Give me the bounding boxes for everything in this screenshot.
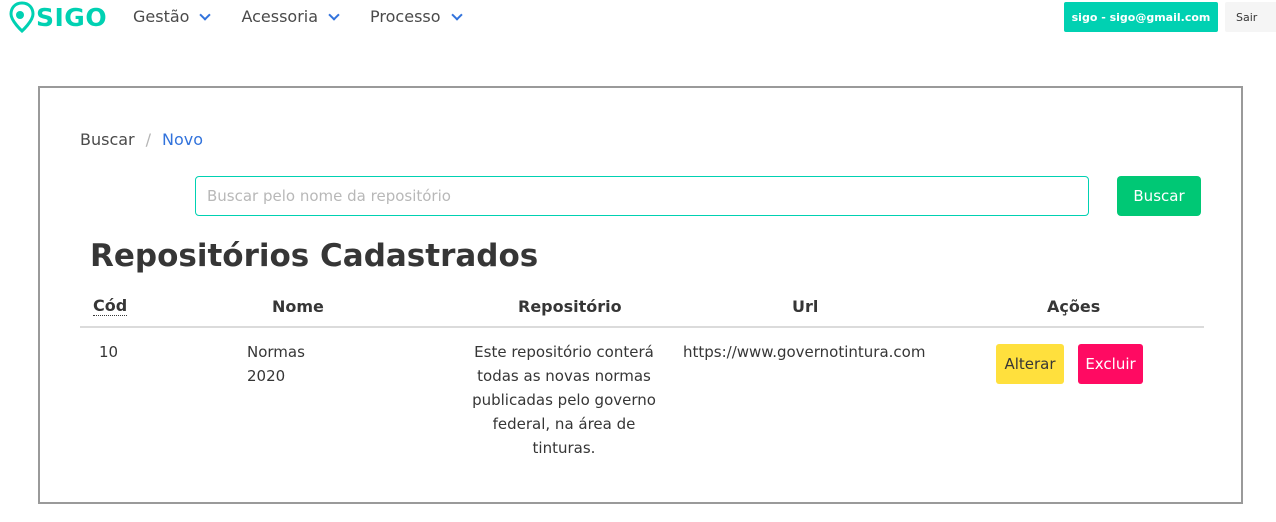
cell-url: https://www.governotintura.com	[683, 343, 926, 361]
user-account-button[interactable]: sigo - sigo@gmail.com	[1064, 2, 1218, 32]
table-row: 10 Normas 2020 Este repositório conterá …	[80, 328, 1204, 468]
menu-label: Processo	[370, 7, 441, 26]
breadcrumb-buscar[interactable]: Buscar	[80, 130, 135, 149]
delete-button[interactable]: Excluir	[1078, 344, 1143, 384]
map-pin-icon	[9, 1, 35, 33]
breadcrumb: Buscar / Novo	[80, 130, 203, 149]
cell-repositorio: Este repositório conterá todas as novas …	[472, 343, 656, 457]
search-button[interactable]: Buscar	[1117, 176, 1201, 216]
breadcrumb-separator: /	[145, 130, 152, 149]
chevron-down-icon	[199, 8, 212, 21]
breadcrumb-novo[interactable]: Novo	[162, 130, 203, 149]
brand-name: SIGO	[36, 2, 108, 32]
content-card: Buscar / Novo Buscar Repositórios Cadast…	[38, 86, 1243, 504]
repositories-table: Cód Nome Repositório Url Ações 10 Normas…	[80, 288, 1204, 468]
brand-logo[interactable]: SIGO	[8, 0, 107, 34]
column-header-cod: Cód	[93, 296, 128, 316]
column-header-url: Url	[792, 297, 819, 316]
table-header: Cód Nome Repositório Url Ações	[80, 288, 1204, 328]
chevron-down-icon	[450, 8, 463, 21]
top-navbar: SIGO Gestão Acessoria Processo sigo - si…	[0, 0, 1276, 36]
page-title: Repositórios Cadastrados	[90, 238, 539, 274]
menu-label: Gestão	[133, 7, 190, 26]
logout-button[interactable]: Sair	[1225, 2, 1276, 32]
menu-processo[interactable]: Processo	[370, 7, 463, 26]
search-input[interactable]	[195, 176, 1089, 216]
menu-gestao[interactable]: Gestão	[133, 7, 212, 26]
menu-label: Acessoria	[241, 7, 319, 26]
column-header-nome: Nome	[272, 297, 324, 316]
main-menu: Gestão Acessoria Processo	[133, 7, 493, 26]
chevron-down-icon	[328, 8, 340, 21]
cell-cod: 10	[99, 343, 119, 361]
cell-nome: Normas 2020	[247, 343, 305, 385]
column-header-acoes: Ações	[1047, 297, 1101, 316]
edit-button[interactable]: Alterar	[996, 344, 1064, 384]
column-header-repositorio: Repositório	[518, 297, 622, 316]
menu-acessoria[interactable]: Acessoria	[241, 7, 340, 26]
